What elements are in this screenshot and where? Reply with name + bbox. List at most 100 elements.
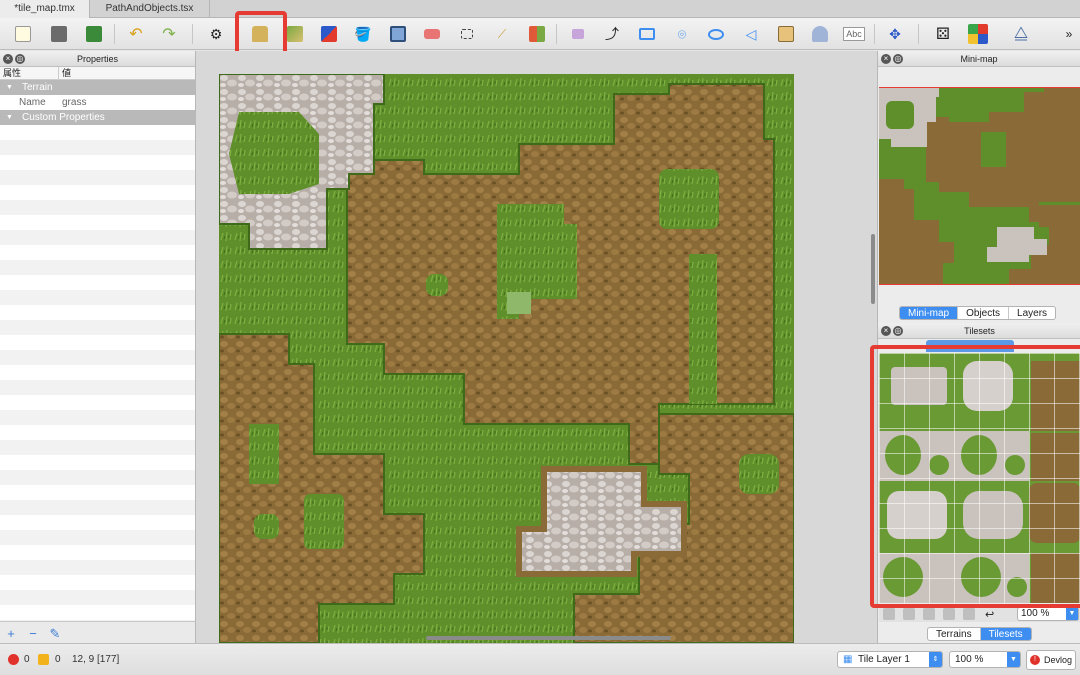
tileset-zoom-select[interactable]: 100 % ▼ — [1017, 607, 1079, 621]
properties-empty-rows — [0, 125, 195, 623]
chevron-down-icon: ▼ — [1007, 652, 1020, 667]
select-same-tile-icon[interactable] — [526, 23, 548, 45]
flip-icon[interactable]: ⧋ — [1010, 23, 1032, 45]
panel-title: Tilesets — [964, 326, 995, 336]
bucket-fill-icon[interactable]: 🪣 — [352, 23, 374, 45]
tab-tile-map[interactable]: *tile_map.tmx — [0, 0, 90, 18]
tileset-zoom-value: 100 % — [1021, 608, 1050, 619]
insert-rectangle-icon[interactable] — [636, 23, 658, 45]
minimap-tabs: Mini-map Objects Layers — [899, 306, 1057, 320]
chevron-down-icon: ⇕ — [929, 652, 942, 667]
layer-select[interactable]: ▦ Tile Layer 1 ⇕ — [837, 651, 943, 668]
tab-layers[interactable]: Layers — [1009, 307, 1055, 319]
insert-polygon-icon[interactable]: ◁ — [740, 23, 762, 45]
shape-fill-icon[interactable] — [387, 23, 409, 45]
zoom-select[interactable]: 100 % ▼ — [949, 651, 1021, 668]
stamp-brush-icon[interactable] — [249, 23, 271, 45]
overflow-chevron-icon[interactable]: » — [1058, 23, 1080, 45]
close-icon[interactable]: × — [881, 54, 891, 64]
rename-property-icon[interactable]: ✎ — [48, 626, 62, 642]
tileset-tab[interactable] — [926, 340, 1014, 352]
embed-tileset-icon[interactable] — [903, 608, 915, 620]
insert-tile-icon[interactable] — [775, 23, 797, 45]
tileset-grid — [879, 353, 1080, 603]
save-file-icon[interactable] — [83, 23, 105, 45]
close-icon[interactable]: × — [3, 54, 13, 64]
edit-polygons-icon[interactable]: ⤴ — [601, 23, 623, 45]
devlog-alert-icon: ! — [1030, 655, 1040, 665]
close-icon[interactable]: × — [881, 326, 891, 336]
tilesets-panel-header: × ◎ Tilesets — [878, 323, 1080, 339]
insert-ellipse-icon[interactable] — [705, 23, 727, 45]
redo-icon[interactable]: ↷ — [158, 23, 180, 45]
new-file-icon[interactable] — [12, 23, 34, 45]
properties-panel: × ◎ Properties 属性 値 Terrain Name grass C… — [0, 51, 196, 643]
random-mode-icon[interactable]: ⚄ — [932, 23, 954, 45]
layer-name: Tile Layer 1 — [858, 654, 910, 665]
map-tiles — [219, 74, 794, 643]
edit-tileset-icon[interactable] — [943, 608, 955, 620]
properties-toolbar: + − ✎ — [0, 621, 195, 643]
new-tileset-icon[interactable] — [883, 608, 895, 620]
dynamic-wrap-icon[interactable]: ↩ — [985, 608, 997, 621]
error-count: 0 — [24, 654, 30, 665]
move-icon[interactable]: ✥ — [884, 23, 906, 45]
layer-icon: ▦ — [843, 654, 853, 665]
insert-text-icon[interactable]: Abc — [843, 23, 865, 45]
minimap-view[interactable] — [879, 87, 1080, 285]
group-custom-properties[interactable]: Custom Properties — [0, 110, 195, 125]
undo-icon[interactable]: ↶ — [125, 23, 147, 45]
export-tileset-icon[interactable] — [923, 608, 935, 620]
properties-column-header: 属性 値 — [0, 67, 195, 80]
float-icon[interactable]: ◎ — [15, 54, 25, 64]
wang-brush-icon[interactable] — [318, 23, 340, 45]
add-property-icon[interactable]: + — [4, 626, 18, 641]
tile-map-canvas[interactable] — [219, 74, 794, 643]
delete-tileset-icon[interactable] — [963, 608, 975, 620]
select-objects-icon[interactable] — [567, 23, 589, 45]
tilesets-tabs: Terrains Tilesets — [927, 627, 1032, 641]
status-bar: 0 0 12, 9 [177] ▦ Tile Layer 1 ⇕ 100 % ▼… — [0, 643, 1080, 675]
column-value[interactable]: 値 — [59, 67, 71, 79]
tab-path-and-objects[interactable]: PathAndObjects.tsx — [90, 0, 210, 18]
open-file-icon[interactable] — [48, 23, 70, 45]
wang-fill-icon[interactable] — [967, 23, 989, 45]
property-value: grass — [62, 97, 87, 108]
tileset-view[interactable] — [879, 353, 1080, 603]
panel-title: Mini-map — [960, 54, 998, 64]
chevron-down-icon: ▼ — [1066, 608, 1078, 620]
horizontal-scrollbar[interactable] — [426, 636, 671, 640]
float-icon[interactable]: ◎ — [893, 54, 903, 64]
main-toolbar: ↶ ↷ ⚙ 🪣 ⟋ ⤴ ⌾ ◁ Abc ✥ ⚄ ⧋ » — [0, 18, 1080, 50]
command-icon[interactable]: ⚙ — [205, 23, 227, 45]
tab-tilesets[interactable]: Tilesets — [980, 628, 1031, 640]
column-property[interactable]: 属性 — [0, 67, 59, 79]
terrain-brush-icon[interactable] — [284, 23, 306, 45]
properties-panel-header: × ◎ Properties — [0, 51, 195, 67]
devlog-button[interactable]: ! Devlog — [1026, 650, 1076, 670]
warning-count: 0 — [55, 654, 61, 665]
tab-terrains[interactable]: Terrains — [928, 628, 981, 640]
document-tabs: *tile_map.tmx PathAndObjects.tsx — [0, 0, 1080, 18]
minimap-panel-header: × ◎ Mini-map — [878, 51, 1080, 67]
tab-minimap[interactable]: Mini-map — [900, 307, 959, 319]
property-row[interactable]: Name grass — [0, 95, 195, 110]
group-terrain[interactable]: Terrain — [0, 80, 195, 95]
remove-property-icon[interactable]: − — [26, 626, 40, 641]
panel-title: Properties — [76, 54, 119, 64]
float-icon[interactable]: ◎ — [893, 326, 903, 336]
insert-point-icon[interactable]: ⌾ — [671, 23, 693, 45]
vertical-scrollbar[interactable] — [871, 234, 875, 304]
cursor-coordinates: 12, 9 [177] — [72, 654, 120, 665]
right-dock: × ◎ Mini-map Mini-map Objects Layers × ◎… — [877, 51, 1080, 643]
magic-wand-icon[interactable]: ⟋ — [491, 23, 513, 45]
insert-template-icon[interactable] — [809, 23, 831, 45]
zoom-value: 100 % — [955, 654, 984, 665]
error-icon[interactable] — [8, 654, 19, 665]
rectangular-select-icon[interactable] — [456, 23, 478, 45]
eraser-icon[interactable] — [421, 23, 443, 45]
tileset-toolbar: ↩ 100 % ▼ — [879, 604, 1080, 622]
warning-icon[interactable] — [38, 654, 49, 665]
minimap-viewport[interactable] — [879, 87, 1080, 285]
tab-objects[interactable]: Objects — [958, 307, 1010, 319]
